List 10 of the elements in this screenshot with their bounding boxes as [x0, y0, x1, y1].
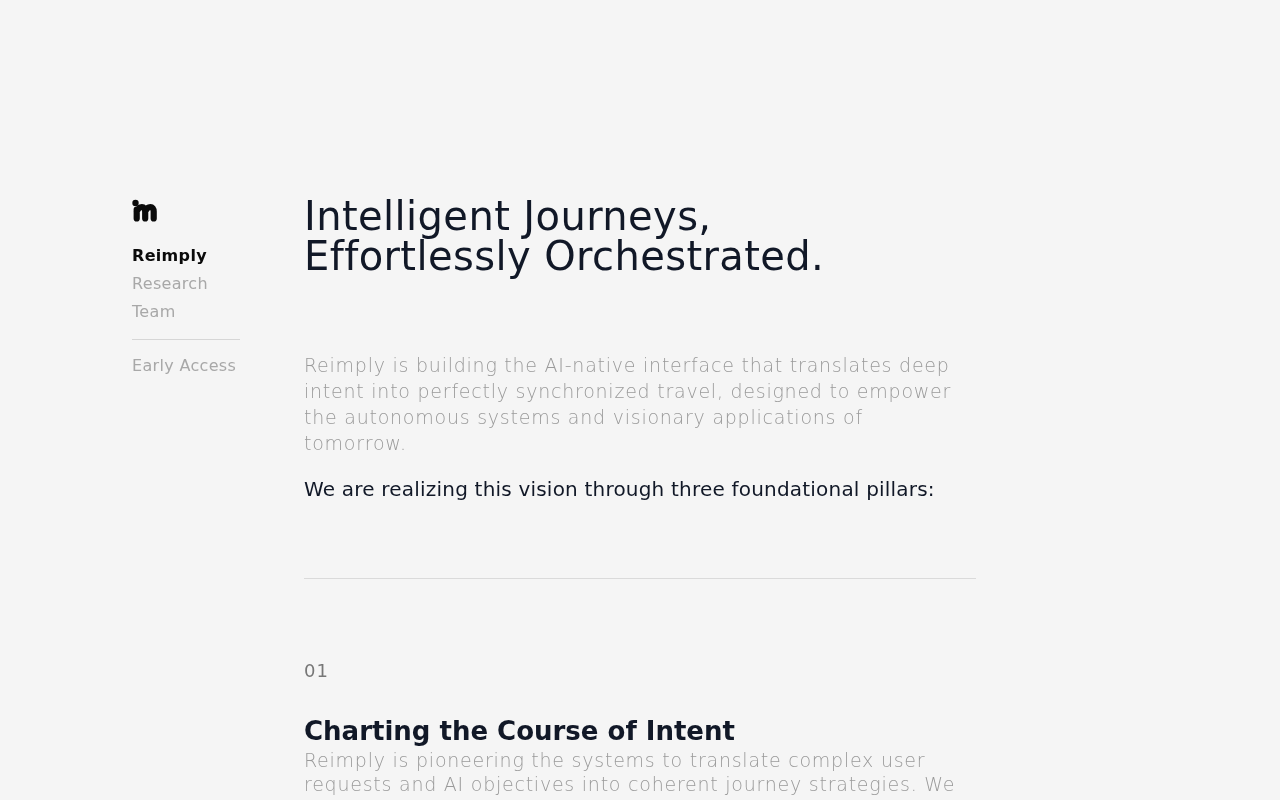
lead-text: We are realizing this vision through three foundational pillars:	[304, 476, 936, 502]
nav-link[interactable]: Reimply	[132, 242, 207, 270]
pillar-text: Reimply is pioneering the systems to translate complex user requests and AI objectives into coherent journey strategies. We	[304, 748, 957, 796]
pillar-title: Charting the Course of Intent	[304, 715, 736, 748]
nav-link[interactable]: Research	[132, 270, 208, 298]
logo-icon	[132, 199, 160, 223]
intro-paragraph: Reimply is building the AI-native interface that translates deep intent into perfectly synchronized travel, designed to empower the autonomous systems and visionary applications of tomorrow.	[304, 353, 953, 456]
nav-link[interactable]: Team	[132, 298, 176, 326]
early-access-link[interactable]: Early Access	[132, 352, 237, 380]
pillar-number: 01	[304, 659, 330, 683]
